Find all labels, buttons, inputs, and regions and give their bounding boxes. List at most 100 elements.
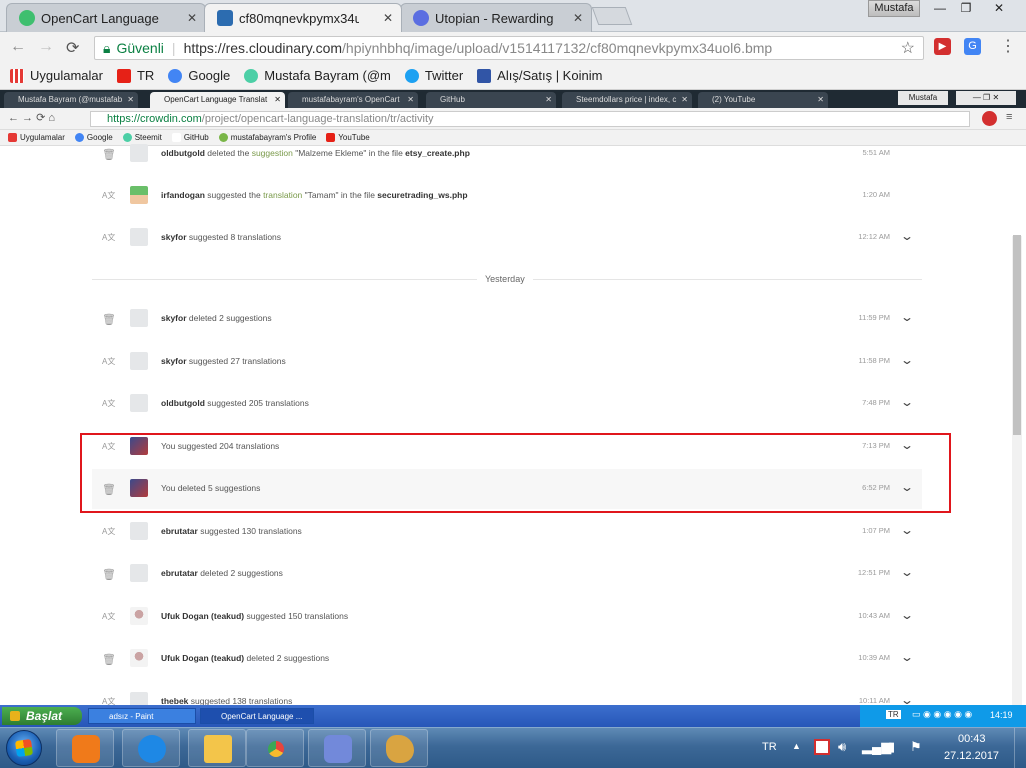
- chevron-down-icon[interactable]: ⌄: [900, 395, 914, 409]
- user-link[interactable]: oldbutgold: [161, 398, 205, 408]
- maximize-icon[interactable]: ❐: [952, 0, 980, 17]
- user-link[interactable]: irfandogan: [161, 190, 205, 200]
- activity-row[interactable]: 🗑︎ oldbutgold deleted the suggestion "Mal…: [92, 134, 922, 174]
- language-indicator[interactable]: TR: [762, 741, 777, 753]
- activity-row[interactable]: A文 skyfor suggested 8 translations 12:12 A…: [92, 218, 922, 258]
- trash-icon: 🗑︎: [102, 314, 116, 326]
- taskbar-internet-explorer[interactable]: [122, 729, 180, 767]
- user-link[interactable]: ebrutatar: [161, 568, 198, 578]
- user-link[interactable]: oldbutgold: [161, 148, 205, 158]
- chevron-down-icon[interactable]: ⌄: [900, 229, 914, 243]
- file-name[interactable]: etsy_create.php: [405, 148, 470, 158]
- profile-badge[interactable]: Mustafa: [868, 0, 920, 17]
- avatar[interactable]: [130, 607, 148, 625]
- user-link[interactable]: Ufuk Dogan (teakud): [161, 653, 244, 663]
- chevron-down-icon[interactable]: ⌄: [900, 523, 914, 537]
- activity-row[interactable]: A文 Ufuk Dogan (teakud) suggested 150 tran…: [92, 597, 922, 637]
- close-tab-icon: ✕: [817, 95, 824, 104]
- chevron-down-icon[interactable]: ⌄: [900, 693, 914, 705]
- chevron-down-icon[interactable]: ⌄: [900, 310, 914, 324]
- translate-icon: A文: [102, 191, 116, 200]
- bookmark-twitter[interactable]: Twitter: [404, 68, 463, 83]
- avatar[interactable]: [130, 649, 148, 667]
- show-desktop-button[interactable]: [1014, 728, 1026, 768]
- user-link[interactable]: thebek: [161, 696, 188, 705]
- bookmark-steemit[interactable]: Mustafa Bayram (@m: [244, 68, 391, 83]
- close-window-icon[interactable]: ✕: [982, 0, 1016, 17]
- internet-explorer-icon: [138, 735, 166, 763]
- avatar[interactable]: [130, 352, 148, 370]
- avatar[interactable]: [130, 228, 148, 246]
- user-link[interactable]: skyfor: [161, 232, 187, 242]
- close-tab-icon[interactable]: ✕: [187, 11, 197, 25]
- antivirus-icon[interactable]: [814, 739, 830, 755]
- taskbar-discord[interactable]: [308, 729, 366, 767]
- bookmark-koinim[interactable]: Alış/Satış | Koinim: [477, 68, 602, 83]
- avatar[interactable]: [130, 564, 148, 582]
- power-icon[interactable]: ▮: [888, 739, 895, 755]
- taskbar-media-player[interactable]: [56, 729, 114, 767]
- network-signal-icon[interactable]: ▂▄▆: [862, 739, 891, 755]
- activity-link[interactable]: suggestion: [252, 148, 293, 158]
- avatar[interactable]: [130, 522, 148, 540]
- extension-icon[interactable]: ▶: [934, 38, 951, 55]
- avatar[interactable]: [130, 394, 148, 412]
- avatar[interactable]: [130, 144, 148, 162]
- activity-detail: "Tamam" in the file: [302, 190, 378, 200]
- taskbar-paint[interactable]: [370, 729, 428, 767]
- url-input[interactable]: 🔒︎ Güvenli | https://res.cloudinary.com …: [94, 36, 924, 60]
- outer-tab-cloudinary[interactable]: cf80mqnevkpymx34uol6. ✕: [204, 3, 402, 32]
- activity-row[interactable]: A文 skyfor suggested 27 translations 11:58 …: [92, 342, 922, 382]
- forward-icon[interactable]: →: [38, 38, 54, 56]
- file-name[interactable]: securetrading_ws.php: [377, 190, 467, 200]
- avatar[interactable]: [130, 309, 148, 327]
- activity-row[interactable]: A文 oldbutgold suggested 205 translations 7…: [92, 384, 922, 424]
- avatar[interactable]: [130, 186, 148, 204]
- timestamp: 12:12 AM: [858, 232, 890, 241]
- day-separator-label: Yesterday: [477, 274, 533, 284]
- translate-icon[interactable]: G: [964, 38, 981, 55]
- menu-kebab-icon[interactable]: ⋮: [1000, 36, 1016, 56]
- user-link[interactable]: skyfor: [161, 356, 187, 366]
- chevron-down-icon[interactable]: ⌄: [900, 650, 914, 664]
- minimize-icon[interactable]: —: [926, 0, 954, 17]
- bookmark-google[interactable]: Google: [168, 68, 230, 83]
- close-tab-icon[interactable]: ✕: [573, 11, 583, 25]
- activity-row[interactable]: 🗑︎ ebrutatar deleted 2 suggestions 12:51 P…: [92, 554, 922, 594]
- translate-icon: A文: [102, 233, 116, 242]
- apps-grid-icon: [10, 68, 24, 83]
- activity-link[interactable]: translation: [263, 190, 302, 200]
- inner-system-tray: TR ▭ ◉ ◉ ◉ ◉ ◉ 14:19: [860, 705, 1026, 727]
- clock-date[interactable]: 27.12.2017: [944, 750, 999, 762]
- activity-row[interactable]: 🗑︎ Ufuk Dogan (teakud) deleted 2 suggesti…: [92, 639, 922, 679]
- taskbar-chrome[interactable]: [246, 729, 304, 767]
- action-center-flag-icon[interactable]: ⚑: [910, 739, 922, 755]
- close-tab-icon[interactable]: ✕: [383, 11, 393, 25]
- activity-row[interactable]: A文 thebek suggested 138 translations 10:11…: [92, 682, 922, 705]
- activity-row[interactable]: A文 ebrutatar suggested 130 translations 1:…: [92, 512, 922, 552]
- taskbar-file-explorer[interactable]: [188, 729, 246, 767]
- chevron-down-icon[interactable]: ⌄: [900, 353, 914, 367]
- new-tab-button[interactable]: [591, 7, 633, 25]
- bookmark-apps[interactable]: Uygulamalar: [10, 68, 103, 83]
- back-icon[interactable]: ←: [10, 38, 26, 56]
- activity-row[interactable]: 🗑︎ skyfor deleted 2 suggestions 11:59 PM ⌄: [92, 299, 922, 339]
- user-link[interactable]: Ufuk Dogan (teakud): [161, 611, 244, 621]
- user-link[interactable]: skyfor: [161, 313, 187, 323]
- avatar[interactable]: [130, 692, 148, 705]
- show-hidden-icons-icon[interactable]: ▲: [792, 741, 801, 751]
- volume-icon[interactable]: 🔊︎: [838, 739, 846, 755]
- bookmark-tr[interactable]: TR: [116, 68, 154, 83]
- scrollbar-thumb[interactable]: [1013, 235, 1021, 435]
- activity-row[interactable]: A文 irfandogan suggested the translation "…: [92, 176, 922, 216]
- outer-tab-utopian[interactable]: Utopian - Rewarding Op ✕: [400, 3, 592, 32]
- user-link[interactable]: ebrutatar: [161, 526, 198, 536]
- bookmark-star-icon[interactable]: ☆: [901, 38, 915, 58]
- outer-tab-opencart[interactable]: OpenCart Language Tran ✕: [6, 3, 206, 32]
- activity-action: deleted 2 suggestions: [186, 313, 272, 323]
- chevron-down-icon[interactable]: ⌄: [900, 608, 914, 622]
- start-orb-icon[interactable]: [6, 730, 42, 766]
- reload-icon[interactable]: ⟳: [66, 38, 79, 58]
- chevron-down-icon[interactable]: ⌄: [900, 565, 914, 579]
- clock-time[interactable]: 00:43: [958, 733, 986, 745]
